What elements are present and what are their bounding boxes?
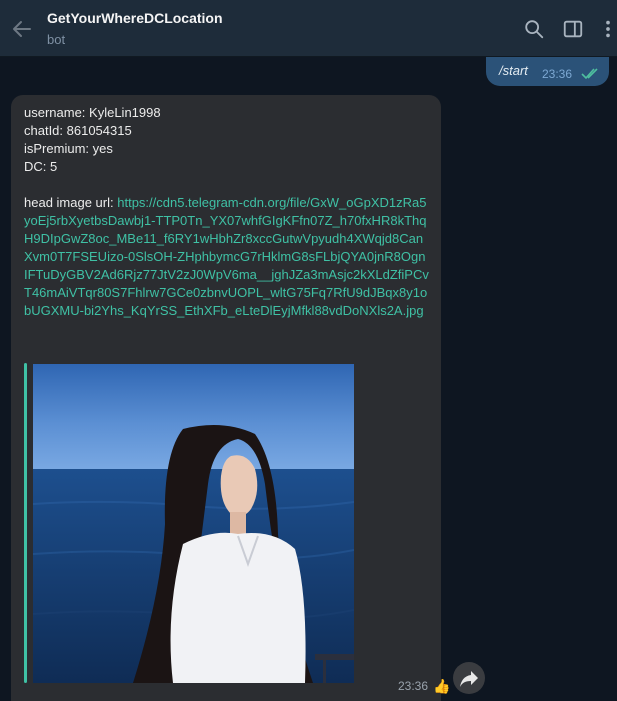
double-check-icon [581,68,598,80]
thumbs-up-reaction[interactable]: 👍 [433,678,450,695]
chat-subtitle: bot [47,32,66,47]
ispremium-line: isPremium: yes [24,141,113,156]
message-time: 23:36 [398,679,429,693]
link-preview-photo[interactable] [33,364,354,683]
arrow-left-icon[interactable] [10,17,34,41]
chatid-line: chatId: 861054315 [24,123,132,138]
forward-share-icon [460,671,478,687]
link-preview-bar [24,363,27,683]
message-text: /start [499,63,528,78]
forward-button[interactable] [453,662,485,694]
head-image-link[interactable]: https://cdn5.telegram-cdn.org/file/GxW_o… [24,195,429,318]
search-icon[interactable] [523,18,545,40]
dc-line: DC: 5 [24,159,58,174]
more-vertical-icon[interactable] [597,18,617,40]
sidebar-toggle-icon[interactable] [562,18,584,40]
chat-title[interactable]: GetYourWhereDCLocation [47,10,223,26]
username-line: username: KyleLin1998 [24,105,161,120]
message-time: 23:36 [542,67,573,81]
chat-header: GetYourWhereDCLocation bot [0,0,617,57]
message-list[interactable]: /start 23:36 username: KyleLin1998 chatI… [0,57,617,701]
incoming-message[interactable]: username: KyleLin1998 chatId: 861054315 … [11,95,450,701]
message-body: username: KyleLin1998 chatId: 861054315 … [24,104,434,320]
outgoing-message[interactable]: /start 23:36 [486,57,609,86]
url-label: head image url: [24,195,118,210]
